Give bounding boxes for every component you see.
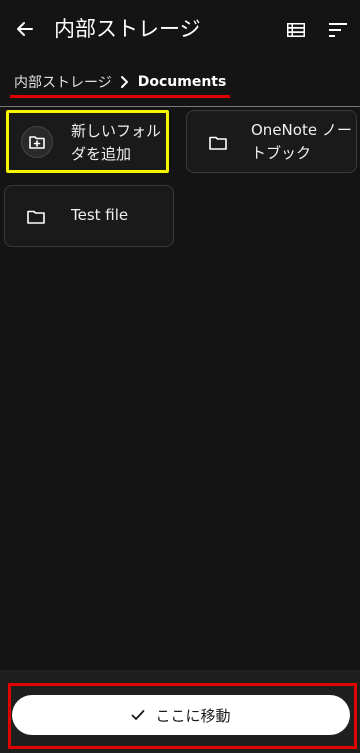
sort-icon — [329, 23, 347, 37]
move-here-button[interactable]: ここに移動 — [12, 695, 350, 735]
new-folder-icon — [21, 126, 53, 158]
chevron-right-icon — [112, 72, 138, 92]
arrow-left-icon — [17, 22, 33, 36]
folder-icon — [25, 206, 47, 228]
breadcrumb-highlight-underline — [10, 95, 230, 98]
folder-label-onenote: OneNote ノートブック — [251, 121, 352, 162]
sort-button[interactable] — [324, 16, 352, 44]
page-title: 内部ストレージ — [54, 17, 201, 41]
list-view-button[interactable] — [282, 16, 310, 44]
folder-card-onenote[interactable]: OneNote ノートブック — [186, 110, 357, 173]
breadcrumb-root[interactable]: 内部ストレージ — [14, 72, 112, 92]
add-new-folder-label: 新しいフォルダを追加 — [71, 122, 162, 163]
back-button[interactable] — [10, 14, 40, 44]
check-icon — [131, 709, 145, 721]
folder-icon — [207, 132, 229, 154]
breadcrumb-current: Documents — [137, 74, 227, 90]
folder-card-test-file[interactable]: Test file — [4, 185, 174, 247]
add-new-folder-card[interactable]: 新しいフォルダを追加 — [6, 110, 169, 173]
list-view-icon — [287, 23, 305, 37]
breadcrumb: 内部ストレージ Documents — [14, 70, 226, 94]
folder-label-test-file: Test file — [71, 206, 129, 224]
top-app-bar: 内部ストレージ — [0, 0, 360, 58]
move-here-label: ここに移動 — [155, 706, 231, 725]
divider — [0, 106, 360, 107]
